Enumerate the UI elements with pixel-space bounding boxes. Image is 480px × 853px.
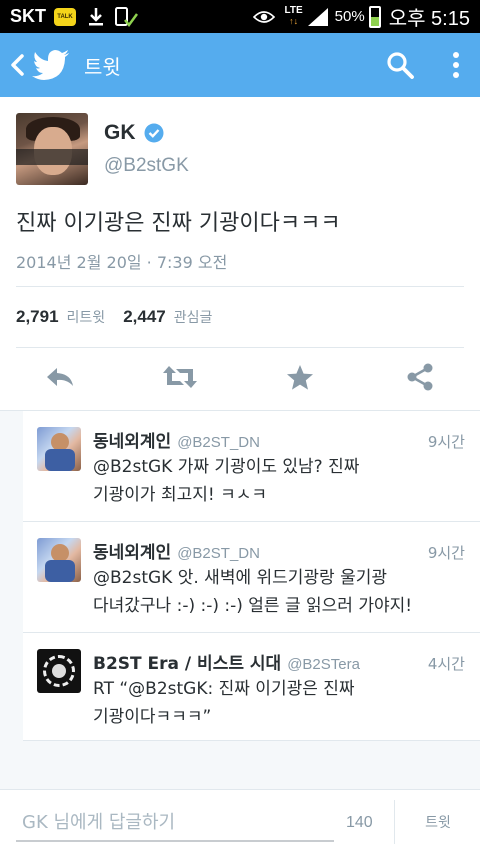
- share-button[interactable]: [398, 355, 442, 399]
- device-check-icon: [114, 6, 138, 28]
- divider: [16, 347, 464, 348]
- retweet-count[interactable]: 2,791: [16, 307, 59, 327]
- lte-label: LTE: [284, 5, 303, 16]
- favorite-icon: [287, 364, 313, 390]
- reply-input[interactable]: [16, 804, 334, 842]
- verified-badge-icon: [144, 123, 164, 143]
- favorite-count[interactable]: 2,447: [123, 307, 166, 327]
- eye-icon: [252, 10, 275, 24]
- user-name-label: GK: [104, 121, 136, 144]
- download-icon: [88, 7, 104, 27]
- reply-text-line: 다녀갔구나 :-) :-) :-) 얼른 글 읽으러 가야지!: [93, 596, 413, 616]
- back-icon: [11, 54, 24, 76]
- retweet-button[interactable]: [158, 355, 202, 399]
- reply-text-line: 기광이가 최고지! ㅋㅅㅋ: [93, 485, 268, 505]
- tweet-detail-screen: SKT TALK LTE ↑↓ 50% 오후 5:15 트윗 GK @B2stG…: [0, 0, 480, 853]
- screen-title: 트윗: [84, 54, 121, 79]
- reply-name[interactable]: B2ST Era / 비스트 시대: [93, 649, 281, 674]
- search-button[interactable]: [368, 33, 432, 97]
- retweet-count-label[interactable]: 리트윗: [67, 307, 106, 327]
- share-icon: [407, 363, 433, 391]
- engagement-counts: 2,791 리트윗 2,447 관심글: [16, 307, 230, 327]
- reply-icon: [47, 368, 73, 386]
- tweet-text: 진짜 이기광은 진짜 기광이다ㅋㅋㅋ: [16, 211, 341, 236]
- reply-time: 9시간: [427, 433, 465, 451]
- reply-text: @B2stGK 가짜 기광이도 있남? 진짜 기광이가 최고지! ㅋㅅㅋ: [93, 453, 473, 509]
- data-arrows-icon: ↑↓: [289, 16, 299, 26]
- reply-text-line: RT “@B2stGK: 진짜 이기광은 진짜: [93, 679, 355, 699]
- list-item[interactable]: 동네외계인 @B2ST_DN 9시간 @B2stGK 가짜 기광이도 있남? 진…: [23, 411, 480, 522]
- reply-button[interactable]: [38, 355, 82, 399]
- reply-text: RT “@B2stGK: 진짜 이기광은 진짜 기광이다ㅋㅋㅋ”: [93, 675, 473, 731]
- signal-icon: [307, 7, 329, 27]
- search-icon: [387, 52, 414, 79]
- reply-name[interactable]: 동네외계인: [93, 538, 171, 563]
- lte-indicator: LTE ↑↓: [285, 6, 303, 27]
- tweet-timestamp: 2014년 2월 20일 · 7:39 오전: [16, 253, 228, 272]
- reply-name[interactable]: 동네외계인: [93, 427, 171, 452]
- tweet-button[interactable]: 트윗: [408, 804, 468, 840]
- tweet-actions: [0, 355, 480, 399]
- user-name[interactable]: GK: [104, 121, 164, 145]
- reply-header: 동네외계인 @B2ST_DN 9시간: [93, 427, 465, 452]
- user-handle[interactable]: @B2stGK: [104, 155, 189, 177]
- reply-handle[interactable]: @B2ST_DN: [177, 434, 260, 451]
- reply-text-line: @B2stGK 앗. 새벽에 위드기광랑 울기광: [93, 568, 388, 588]
- reply-time: 9시간: [427, 544, 465, 562]
- reply-time: 4시간: [427, 655, 465, 673]
- status-bar: SKT TALK LTE ↑↓ 50% 오후 5:15: [0, 0, 480, 33]
- list-item[interactable]: 동네외계인 @B2ST_DN 9시간 @B2stGK 앗. 새벽에 위드기광랑 …: [23, 522, 480, 633]
- reply-text: @B2stGK 앗. 새벽에 위드기광랑 울기광 다녀갔구나 :-) :-) :…: [93, 564, 473, 620]
- character-count: 140: [346, 814, 373, 831]
- favorite-count-label[interactable]: 관심글: [174, 307, 213, 327]
- kakaotalk-notification-icon: TALK: [54, 7, 76, 26]
- action-bar: 트윗: [0, 33, 480, 97]
- reply-list: 동네외계인 @B2ST_DN 9시간 @B2stGK 가짜 기광이도 있남? 진…: [0, 410, 480, 789]
- clock: 오후 5:15: [388, 8, 470, 30]
- reply-handle[interactable]: @B2STera: [287, 656, 360, 673]
- divider: [394, 800, 395, 844]
- back-button[interactable]: [2, 33, 32, 97]
- reply-header: 동네외계인 @B2ST_DN 9시간: [93, 538, 465, 563]
- reply-text-line: @B2stGK 가짜 기광이도 있남? 진짜: [93, 457, 360, 477]
- overflow-icon: [453, 52, 459, 78]
- reply-handle[interactable]: @B2ST_DN: [177, 545, 260, 562]
- favorite-button[interactable]: [278, 355, 322, 399]
- tweet-detail: GK @B2stGK 진짜 이기광은 진짜 기광이다ㅋㅋㅋ 2014년 2월 2…: [0, 97, 480, 410]
- carrier-label: SKT: [10, 6, 46, 26]
- avatar[interactable]: [16, 113, 88, 185]
- twitter-bird-icon[interactable]: [32, 45, 72, 85]
- battery-percent: 50%: [334, 8, 365, 25]
- divider: [16, 286, 464, 287]
- battery-icon: [368, 5, 381, 28]
- retweet-icon: [163, 366, 197, 388]
- reply-avatar[interactable]: [37, 427, 81, 471]
- reply-avatar[interactable]: [37, 538, 81, 582]
- list-item[interactable]: B2ST Era / 비스트 시대 @B2STera 4시간 RT “@B2st…: [23, 633, 480, 741]
- reply-avatar[interactable]: [37, 649, 81, 693]
- reply-header: B2ST Era / 비스트 시대 @B2STera 4시간: [93, 649, 465, 674]
- reply-text-line: 기광이다ㅋㅋㅋ”: [93, 707, 212, 727]
- overflow-menu-button[interactable]: [432, 33, 480, 97]
- reply-compose-bar: 140 트윗: [0, 789, 480, 853]
